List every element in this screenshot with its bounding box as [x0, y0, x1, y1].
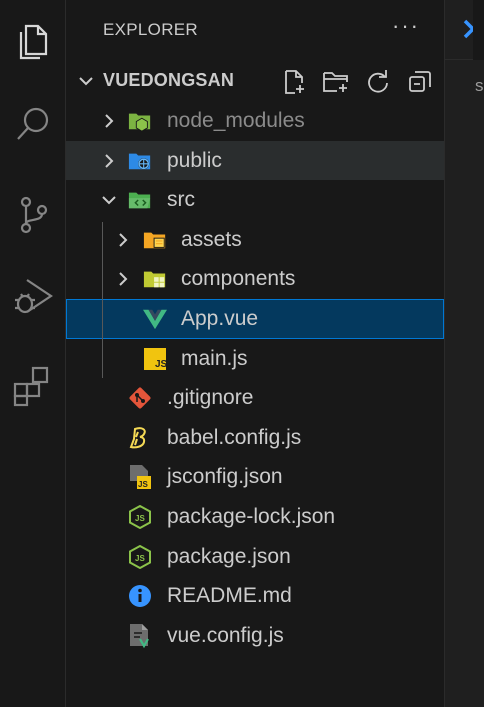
- tree-item-label: assets: [181, 227, 242, 251]
- explorer-icon[interactable]: [0, 12, 66, 68]
- tree-item-gitignore[interactable]: .gitignore: [66, 378, 444, 418]
- activity-bar: [0, 0, 66, 707]
- tree-item-src[interactable]: src: [66, 180, 444, 220]
- public-folder-icon: [128, 149, 152, 173]
- workspace-folder-name: VUEDONGSAN: [103, 70, 235, 90]
- vue-config-icon: [128, 623, 152, 648]
- tree-item-label: App.vue: [181, 306, 259, 330]
- run-debug-icon[interactable]: [0, 268, 66, 324]
- search-icon[interactable]: [0, 96, 66, 152]
- tree-item-label: babel.config.js: [167, 425, 302, 449]
- tree-item-label: README.md: [167, 584, 292, 608]
- components-folder-icon: [143, 267, 167, 291]
- new-folder-icon[interactable]: [320, 66, 352, 98]
- chevron-right-icon: [105, 153, 114, 168]
- tree-item-components[interactable]: components: [66, 259, 444, 299]
- tree-item-label: package.json: [167, 544, 291, 568]
- workspace-folder-header[interactable]: VUEDONGSAN: [66, 62, 444, 100]
- sidebar-title: EXPLORER: [103, 20, 198, 39]
- editor-tab-bar: [445, 0, 484, 60]
- tree-item-label: src: [167, 188, 195, 212]
- svg-text:JS: JS: [138, 480, 148, 489]
- js-icon: JS: [143, 347, 167, 371]
- chevron-right-icon: [119, 233, 128, 247]
- tree-item-label: jsconfig.json: [167, 465, 283, 489]
- tree-item-label: public: [167, 148, 222, 172]
- tree-item-public[interactable]: public: [66, 140, 444, 181]
- sidebar-header: EXPLORER ···: [66, 0, 444, 60]
- svg-text:JS: JS: [135, 514, 145, 523]
- tab-bar-filler: [473, 0, 484, 60]
- folder-actions: [278, 66, 436, 98]
- tree-item-app-vue[interactable]: App.vue: [66, 298, 444, 339]
- new-file-icon[interactable]: [278, 66, 310, 98]
- chevron-down-icon: [102, 196, 116, 205]
- vue-icon: [143, 307, 167, 331]
- babel-icon: [128, 426, 152, 450]
- collapse-all-icon[interactable]: [404, 66, 436, 98]
- tree-item-label: components: [181, 267, 296, 291]
- tree-item-label: main.js: [181, 346, 248, 370]
- tree-item-main-js[interactable]: JS main.js: [66, 339, 444, 379]
- tree-item-vue-config[interactable]: vue.config.js: [66, 616, 444, 656]
- tree-item-readme[interactable]: README.md: [66, 576, 444, 616]
- svg-text:JS: JS: [135, 554, 145, 563]
- tree-item-label: package-lock.json: [167, 504, 336, 528]
- refresh-icon[interactable]: [362, 66, 394, 98]
- src-folder-icon: [128, 188, 152, 212]
- tree-item-package-json[interactable]: JS package.json: [66, 537, 444, 577]
- file-tree: node_modules public src assets component…: [66, 101, 444, 655]
- chevron-down-icon: [79, 77, 93, 86]
- nodejs-icon: JS: [128, 504, 152, 529]
- jsconfig-icon: JS: [128, 465, 152, 490]
- svg-text:JS: JS: [155, 359, 166, 370]
- node-folder-icon: [128, 109, 152, 133]
- tree-item-label: vue.config.js: [167, 623, 284, 647]
- info-icon: [128, 584, 152, 608]
- tree-item-assets[interactable]: assets: [66, 220, 444, 260]
- extensions-icon[interactable]: [0, 358, 66, 414]
- assets-folder-icon: [143, 228, 167, 252]
- git-icon: [128, 386, 152, 410]
- explorer-sidebar: EXPLORER ··· VUEDONGSAN node_modules pub…: [66, 0, 444, 707]
- breadcrumb[interactable]: s: [475, 76, 484, 96]
- nodejs-icon: JS: [128, 544, 152, 569]
- tree-item-label: node_modules: [167, 109, 305, 132]
- tree-item-label: .gitignore: [167, 386, 254, 410]
- editor-area: s: [444, 0, 484, 707]
- chevron-right-icon: [119, 272, 128, 287]
- chevron-right-icon: [105, 114, 114, 128]
- tree-item-jsconfig[interactable]: JS jsconfig.json: [66, 457, 444, 497]
- tree-item-package-lock[interactable]: JS package-lock.json: [66, 497, 444, 537]
- source-control-icon[interactable]: [0, 186, 66, 242]
- indent-guide: [102, 222, 103, 378]
- more-actions-button[interactable]: ···: [392, 13, 420, 39]
- tree-item-node-modules[interactable]: node_modules: [66, 101, 444, 141]
- tree-item-babel-config[interactable]: babel.config.js: [66, 418, 444, 458]
